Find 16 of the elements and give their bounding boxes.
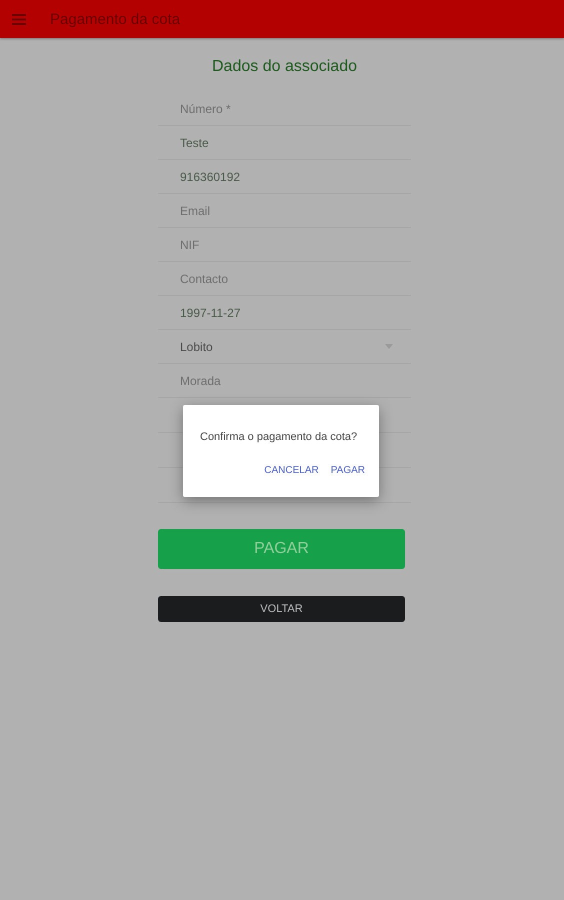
- input-field[interactable]: Morada: [158, 364, 411, 398]
- page-title: Pagamento da cota: [50, 10, 180, 28]
- input-field[interactable]: Email: [158, 194, 411, 228]
- cancel-button[interactable]: CANCELAR: [262, 463, 321, 478]
- input-field[interactable]: Teste: [158, 126, 411, 160]
- input-field[interactable]: 1997-11-27: [158, 296, 411, 330]
- input-field[interactable]: 916360192: [158, 160, 411, 194]
- input-field[interactable]: Contacto: [158, 262, 411, 296]
- input-field[interactable]: NIF: [158, 228, 411, 262]
- confirm-button[interactable]: PAGAR: [328, 463, 367, 478]
- dialog-message: Confirma o pagamento da cota?: [200, 431, 358, 443]
- back-button[interactable]: VOLTAR: [158, 596, 405, 622]
- input-field[interactable]: Número *: [158, 92, 411, 126]
- select-field[interactable]: Lobito: [158, 330, 411, 364]
- form-title: Dados do associado: [211, 58, 358, 76]
- menu-icon[interactable]: [12, 14, 26, 24]
